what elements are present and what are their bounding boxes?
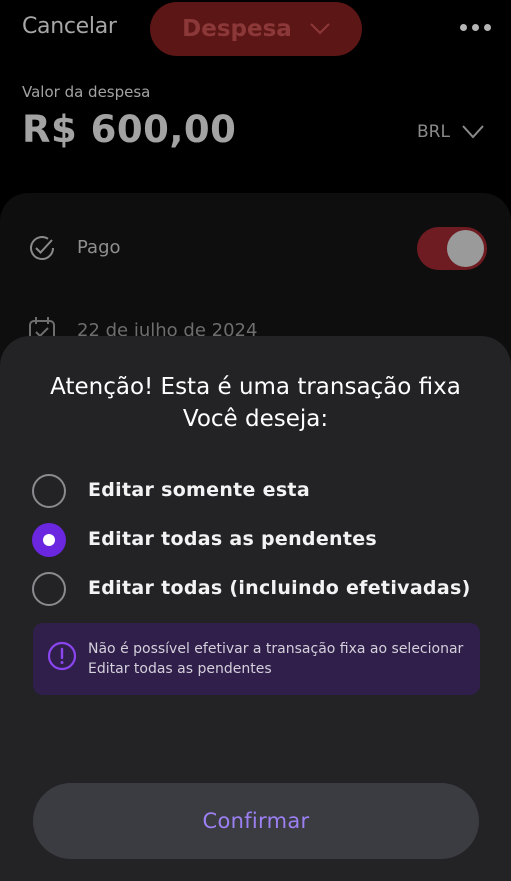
currency-selector[interactable]: BRL [417,122,484,142]
confirm-label: Confirmar [202,809,310,833]
paid-toggle[interactable] [417,227,487,270]
alert-text: Não é possível efetivar a transação fixa… [88,641,464,677]
radio-button[interactable] [32,572,66,606]
transaction-type-label: Despesa [182,16,292,42]
option-edit-all-including-settled[interactable]: Editar todas (incluindo efetivadas) [32,572,482,608]
check-circle-icon [30,236,54,260]
paid-label: Pago [77,237,121,258]
option-label: Editar somente esta [88,479,310,501]
transaction-type-selector[interactable]: Despesa [150,2,362,56]
cancel-button[interactable]: Cancelar [22,14,117,39]
radio-button[interactable] [32,474,66,508]
expense-amount[interactable]: R$ 600,00 [22,108,236,151]
option-edit-all-pending[interactable]: Editar todas as pendentes [32,523,482,559]
toggle-knob [447,230,484,267]
chevron-down-icon [462,125,484,139]
more-options-icon[interactable] [460,24,492,34]
option-label: Editar todas (incluindo efetivadas) [88,577,471,599]
option-edit-only-this[interactable]: Editar somente esta [32,474,482,510]
confirm-button[interactable]: Confirmar [33,783,479,859]
radio-button-selected[interactable] [32,523,66,557]
chevron-down-icon [310,23,330,35]
top-bar: Cancelar Despesa [0,0,511,58]
expense-value-label: Valor da despesa [22,83,151,101]
alert-circle-icon [47,641,77,671]
sheet-subtitle: Você deseja: [182,406,329,432]
info-alert: Não é possível efetivar a transação fixa… [33,623,480,695]
currency-label: BRL [417,122,450,142]
sheet-title: Atenção! Esta é uma transação fixa [50,374,461,400]
option-label: Editar todas as pendentes [88,528,378,550]
